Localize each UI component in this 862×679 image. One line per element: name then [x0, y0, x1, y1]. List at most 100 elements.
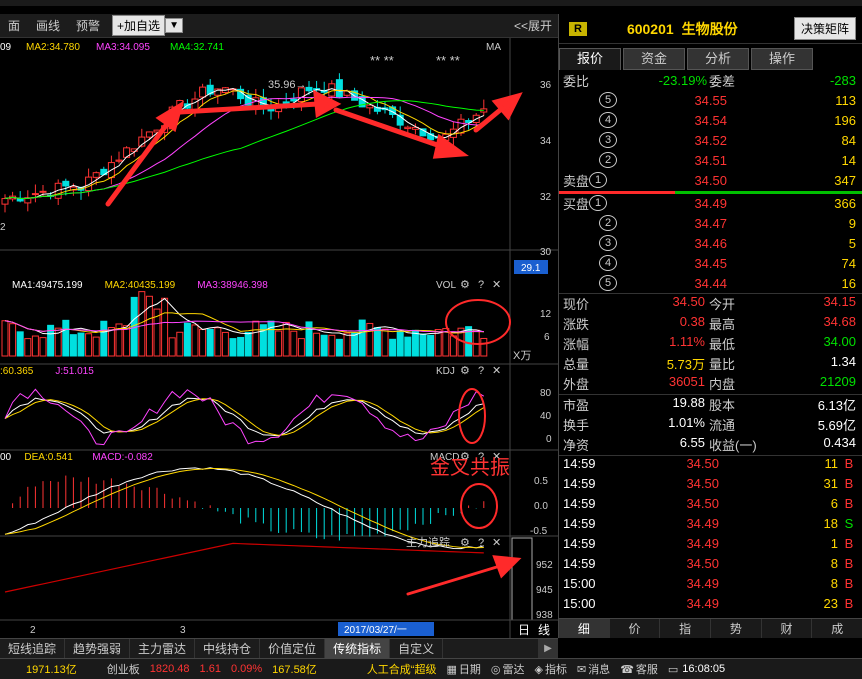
candle[interactable] — [145, 131, 153, 138]
tab-price[interactable]: 价 — [609, 619, 661, 638]
fundamental-label: 净资 — [563, 438, 590, 453]
gear-icon[interactable]: ⚙ — [460, 365, 470, 377]
volume-ma-line — [4, 320, 484, 333]
kdj-j-line — [4, 388, 485, 446]
candle[interactable] — [1, 198, 9, 205]
candle[interactable] — [199, 86, 207, 98]
message-button[interactable]: 消息 — [588, 661, 610, 677]
candle[interactable] — [305, 86, 313, 92]
bid-price[interactable]: 34.47 — [655, 216, 727, 231]
monitor-icon: ▭ — [667, 663, 679, 676]
quote-row: 现价 34.50 今开 34.15 — [559, 294, 862, 314]
bid-row: 4 34.45 74 — [559, 253, 862, 273]
tab-indicator[interactable]: 价值定位 — [260, 639, 326, 658]
radar-icon[interactable]: ◎ — [491, 663, 501, 676]
bid-price[interactable]: 34.45 — [655, 256, 727, 271]
tab-indicator-active[interactable]: 传统指标 — [325, 639, 391, 658]
tab-indicator[interactable]: 趋势强弱 — [65, 639, 131, 658]
quote-value: 0.38 — [679, 314, 705, 329]
period-line-label[interactable]: 线 — [538, 623, 550, 637]
add-watchlist-button[interactable]: +加自选 — [112, 15, 166, 36]
volume-bar — [396, 330, 404, 357]
macd-axis-label: -0.5 — [530, 526, 548, 537]
candle[interactable] — [290, 98, 298, 102]
quote-label: 现价 — [563, 297, 590, 312]
candle[interactable] — [115, 159, 123, 162]
tab-indicator[interactable]: 短线追踪 — [0, 639, 66, 658]
tab-finance[interactable]: 财 — [761, 619, 813, 638]
period-day-label[interactable]: 日 — [518, 623, 530, 637]
tab-indicator[interactable]: 中线持仓 — [195, 639, 261, 658]
help-icon[interactable]: ? — [478, 365, 484, 377]
tab-trend[interactable]: 势 — [711, 619, 762, 638]
support-icon[interactable]: ☎ — [620, 663, 634, 676]
support-button[interactable]: 客服 — [636, 661, 658, 677]
scroll-tabs-button[interactable]: ▶ — [538, 639, 558, 658]
calendar-icon[interactable]: ▦ — [446, 663, 456, 676]
trade-volume: 11 — [824, 456, 839, 471]
bid-price[interactable]: 34.49 — [655, 196, 727, 211]
tab-component[interactable]: 成 — [812, 619, 862, 638]
ask-price[interactable]: 34.55 — [655, 93, 727, 108]
candle[interactable] — [404, 126, 412, 130]
zlzz-indicator-name: 主力追踪 — [406, 535, 450, 549]
ask-price[interactable]: 34.54 — [655, 113, 727, 128]
ask-price[interactable]: 34.52 — [655, 133, 727, 148]
toolbar-item[interactable]: 画线 — [28, 17, 68, 34]
volume-bar — [9, 323, 17, 357]
close-icon[interactable]: ✕ — [492, 279, 501, 291]
quote-row: 外盘 36051 内盘 21209 — [559, 374, 862, 394]
candle[interactable] — [31, 193, 39, 196]
date-button[interactable]: 日期 — [459, 661, 481, 677]
chart-area[interactable]: 09 MA2:34.780 MA3:34.095 MA4:32.741 MA ** *… — [0, 38, 558, 638]
candle[interactable] — [92, 172, 100, 178]
trade-price: 34.49 — [686, 516, 719, 531]
level-badge: 2 — [599, 215, 617, 231]
tab-operation[interactable]: 操作 — [751, 48, 813, 70]
ask-price[interactable]: 34.51 — [655, 153, 727, 168]
indicator-button[interactable]: 指标 — [545, 661, 567, 677]
candle[interactable] — [282, 101, 290, 104]
volume-bar — [1, 320, 9, 357]
tab-detail[interactable]: 细 — [559, 619, 610, 638]
candle[interactable] — [335, 79, 343, 98]
toolbar-item[interactable]: 预警 — [68, 17, 108, 34]
tab-funds[interactable]: 资金 — [623, 48, 685, 70]
volume-bar — [290, 330, 298, 357]
gear-icon[interactable]: ⚙ — [460, 537, 470, 549]
ask-price[interactable]: 34.50 — [655, 173, 727, 188]
radar-button[interactable]: 雷达 — [503, 661, 525, 677]
fundamental-row: 市盈 19.88 股本 6.13亿 — [559, 395, 862, 415]
tab-quote[interactable]: 报价 — [559, 48, 621, 70]
candle[interactable] — [328, 83, 336, 97]
trade-row: 14:59 34.49 1 B — [559, 536, 862, 556]
close-icon[interactable]: ✕ — [492, 365, 501, 377]
chevron-down-icon[interactable]: ▼ — [165, 18, 183, 33]
indicator-icon[interactable]: ◈ — [535, 663, 543, 676]
tab-analysis[interactable]: 分析 — [687, 48, 749, 70]
chart-svg[interactable]: 09 MA2:34.780 MA3:34.095 MA4:32.741 MA ** *… — [0, 38, 558, 638]
trade-price: 34.49 — [686, 576, 719, 591]
candle[interactable] — [39, 190, 47, 193]
volume-bar — [31, 335, 39, 357]
arrowhead-icon — [155, 100, 185, 133]
tab-indicator[interactable]: 主力雷达 — [130, 639, 196, 658]
decision-matrix-button[interactable]: 决策矩阵 — [793, 17, 856, 40]
expand-button[interactable]: <<展开 — [514, 17, 558, 34]
macd-axis-label: 0.5 — [534, 476, 548, 487]
bid-price[interactable]: 34.44 — [655, 276, 727, 291]
trade-side: B — [844, 536, 854, 551]
help-icon[interactable]: ? — [478, 537, 484, 549]
gear-icon[interactable]: ⚙ — [460, 279, 470, 291]
help-icon[interactable]: ? — [478, 279, 484, 291]
toolbar-item[interactable]: 面 — [0, 17, 28, 34]
tab-index[interactable]: 指 — [660, 619, 712, 638]
close-icon[interactable]: ✕ — [492, 537, 501, 549]
news-ticker[interactable]: 人工合成“超级 — [367, 661, 437, 677]
bid-price[interactable]: 34.46 — [655, 236, 727, 251]
message-icon[interactable]: ✉ — [577, 663, 586, 676]
candle[interactable] — [62, 180, 70, 187]
level-badge: 1 — [589, 195, 607, 211]
tab-indicator[interactable]: 自定义 — [390, 639, 444, 658]
gem-label[interactable]: 创业板 — [107, 661, 140, 677]
